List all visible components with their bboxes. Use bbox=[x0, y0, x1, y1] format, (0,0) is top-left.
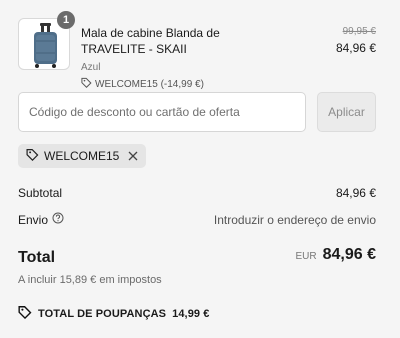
total-value: 84,96 € bbox=[322, 246, 376, 263]
discount-code-form: Aplicar bbox=[18, 92, 376, 132]
applied-discount-chip: WELCOME15 bbox=[18, 144, 147, 168]
help-icon[interactable] bbox=[52, 212, 64, 227]
subtotal-label: Subtotal bbox=[18, 186, 63, 200]
original-price: 99,95 € bbox=[342, 26, 376, 37]
total-label: Total bbox=[18, 249, 56, 266]
product-variant: Azul bbox=[81, 62, 101, 73]
savings-label: TOTAL DE POUPANÇAS bbox=[38, 307, 167, 320]
quantity-badge: 1 bbox=[57, 11, 75, 29]
savings-value: 14,99 € bbox=[172, 307, 210, 320]
tag-icon bbox=[81, 77, 92, 91]
final-price: 84,96 € bbox=[335, 41, 376, 55]
shipping-label: Envio bbox=[18, 212, 49, 227]
subtotal-value: 84,96 € bbox=[335, 186, 376, 200]
tag-icon bbox=[18, 305, 32, 322]
applied-discount-code: WELCOME15 bbox=[44, 149, 120, 163]
discount-code-input[interactable] bbox=[18, 92, 306, 132]
tag-icon bbox=[26, 148, 39, 164]
line-item: 1 Mala de cabine Blanda de TRAVELITE - S… bbox=[18, 11, 376, 90]
shipping-row: Envio Introduzir o endereço de envio bbox=[18, 212, 376, 227]
tax-note: A incluir 15,89 € em impostos bbox=[18, 274, 162, 286]
total-currency: EUR bbox=[295, 251, 317, 262]
item-discount-text: WELCOME15 (-14,99 €) bbox=[95, 78, 204, 90]
apply-discount-button[interactable]: Aplicar bbox=[317, 92, 376, 132]
item-discount: WELCOME15 (-14,99 €) bbox=[81, 77, 271, 91]
shipping-value: Introduzir o endereço de envio bbox=[213, 212, 376, 227]
subtotal-row: Subtotal 84,96 € bbox=[18, 186, 376, 200]
remove-discount-close-icon[interactable] bbox=[128, 151, 138, 161]
total-savings: TOTAL DE POUPANÇAS 14,99 € bbox=[18, 305, 210, 322]
total-row: Total EUR 84,96 € bbox=[18, 246, 376, 270]
product-title: Mala de cabine Blanda de TRAVELITE - SKA… bbox=[81, 26, 220, 56]
